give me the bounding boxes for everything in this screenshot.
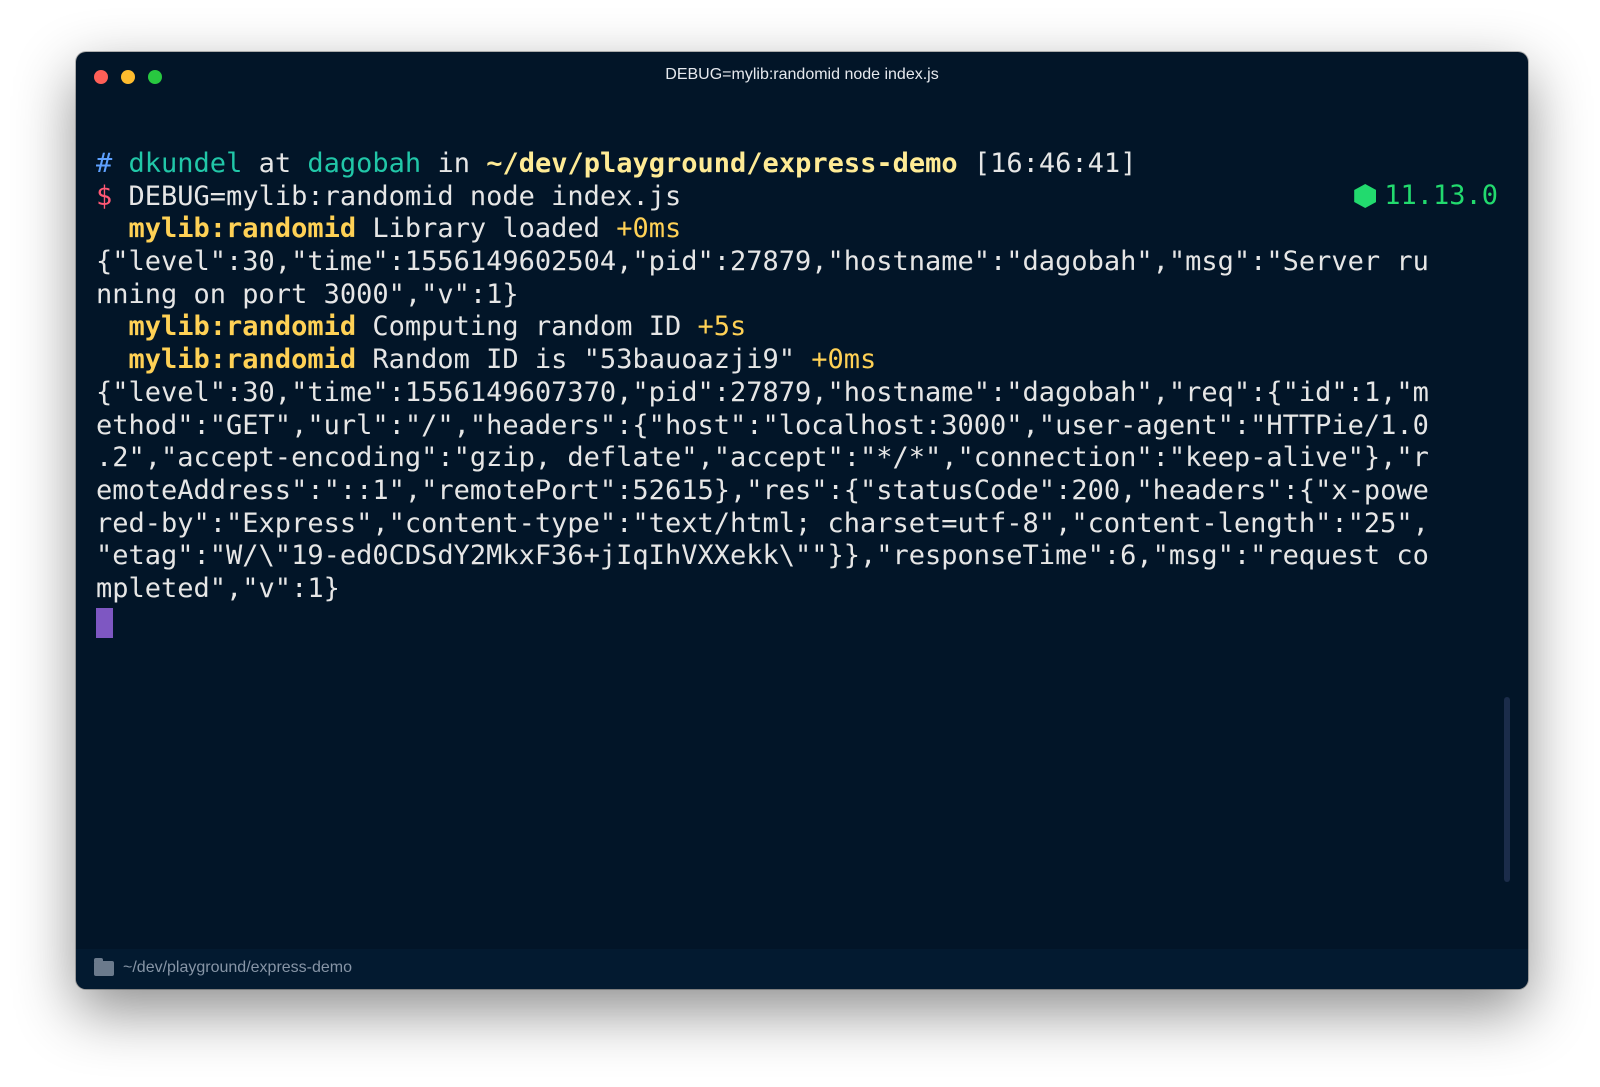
log-line: nning on port 3000","v":1} [96, 278, 519, 310]
debug-delta: +5s [697, 311, 747, 343]
log-line: emoteAddress":"::1","remotePort":52615},… [96, 474, 1429, 506]
prompt-hash: # [96, 148, 113, 179]
debug-namespace: mylib:randomid [128, 344, 357, 376]
debug-line: mylib:randomid Computing random ID +5s [96, 311, 1496, 344]
folder-icon [94, 958, 114, 976]
command-text: DEBUG=mylib:randomid node index.js [128, 180, 682, 212]
debug-delta: +0ms [616, 213, 682, 245]
debug-message: Random ID is "53bauoazji9" [372, 344, 795, 376]
prompt-dollar: $ [96, 180, 113, 212]
debug-delta: +0ms [811, 344, 877, 376]
debug-namespace: mylib:randomid [128, 311, 357, 343]
terminal-cursor [96, 607, 113, 638]
debug-line: mylib:randomid Random ID is "53bauoazji9… [96, 344, 1496, 377]
debug-message: Library loaded [372, 213, 600, 245]
log-line: .2","accept-encoding":"gzip, deflate","a… [96, 442, 1429, 474]
status-path: ~/dev/playground/express-demo [123, 959, 353, 976]
prompt-path: ~/dev/playground/express-demo [486, 148, 958, 179]
debug-line: mylib:randomid Library loaded +0ms [96, 213, 1496, 246]
command-line: $ DEBUG=mylib:randomid node index.js [96, 181, 1496, 214]
debug-namespace: mylib:randomid [128, 213, 357, 245]
log-line: mpleted","v":1} [96, 572, 340, 604]
prompt-time: [16:46:41] [973, 148, 1137, 179]
terminal-output[interactable]: # dkundel at dagobah in ~/dev/playground… [96, 148, 1496, 638]
log-line: red-by":"Express","content-type":"text/h… [96, 507, 1429, 539]
log-line: {"level":30,"time":1556149607370,"pid":2… [96, 376, 1429, 408]
prompt-host: dagobah [307, 148, 422, 179]
log-line: {"level":30,"time":1556149602504,"pid":2… [96, 246, 1429, 278]
prompt-line: # dkundel at dagobah in ~/dev/playground… [96, 148, 1496, 181]
prompt-user: dkundel [128, 148, 243, 179]
window-title: DEBUG=mylib:randomid node index.js [665, 66, 939, 83]
title-bar: DEBUG=mylib:randomid node index.js [76, 52, 1528, 102]
cursor-line [96, 606, 1496, 639]
status-bar: ~/dev/playground/express-demo [76, 949, 1528, 989]
prompt-in: in [437, 148, 470, 179]
log-line: "etag":"W/\"19-ed0CDSdY2MkxF36+jIqIhVXXe… [96, 540, 1429, 572]
log-line: ethod":"GET","url":"/","headers":{"host"… [96, 409, 1429, 441]
scrollbar[interactable] [1504, 697, 1510, 882]
terminal-window: DEBUG=mylib:randomid node index.js 11.13… [76, 52, 1528, 989]
debug-message: Computing random ID [372, 311, 682, 343]
prompt-at: at [258, 148, 292, 179]
